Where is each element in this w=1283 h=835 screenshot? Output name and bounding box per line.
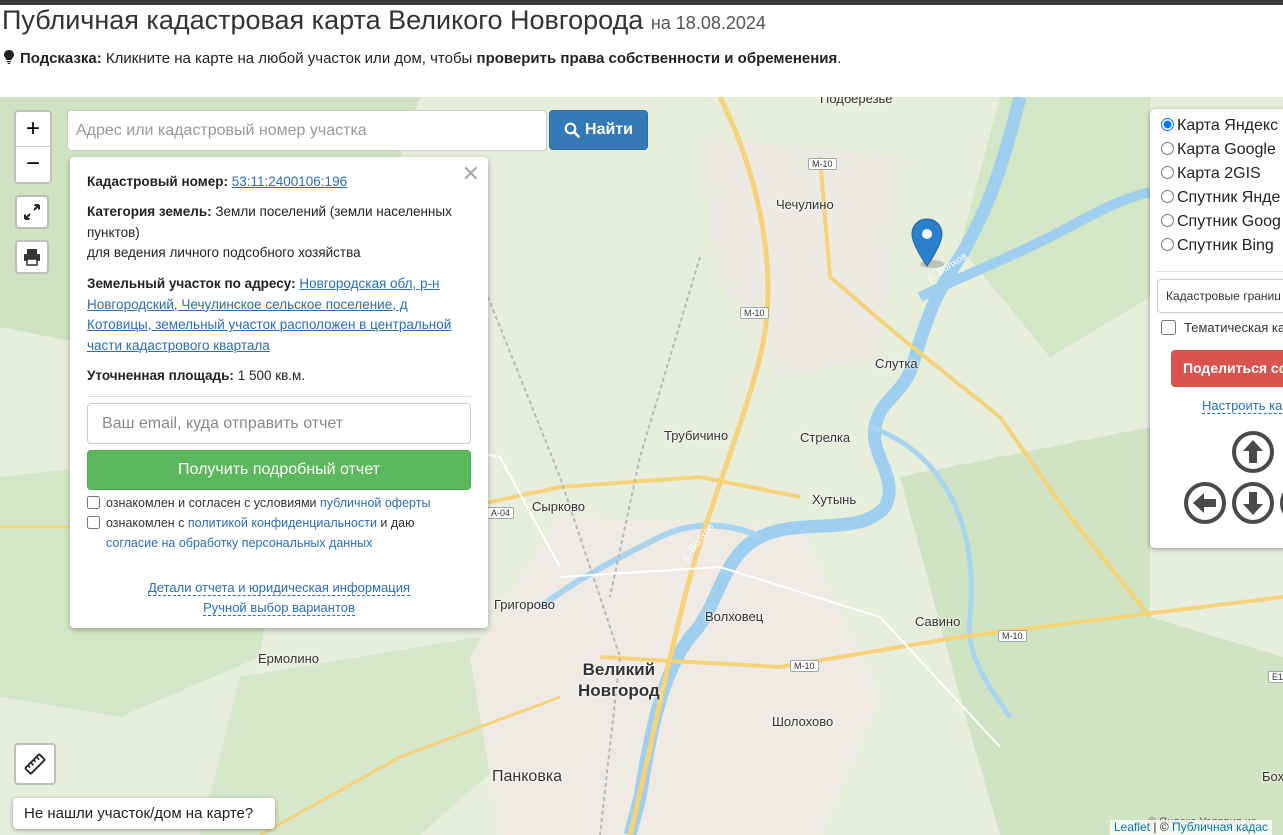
divider xyxy=(1156,271,1283,272)
pan-up-icon[interactable] xyxy=(1231,430,1275,474)
search-icon xyxy=(564,122,580,138)
pan-left-icon[interactable] xyxy=(1183,481,1227,525)
search-button-label: Найти xyxy=(585,121,633,138)
land-category-row: Категория земель: Земли поселений (земли… xyxy=(87,204,452,260)
share-link-button[interactable]: Поделиться сс xyxy=(1171,350,1283,387)
pan-right-icon[interactable] xyxy=(1279,481,1283,525)
leaflet-link[interactable]: Leaflet xyxy=(1114,820,1150,834)
attribution-link[interactable]: Публичная кадас xyxy=(1172,820,1268,834)
layer-option-2gis-map[interactable]: Карта 2GIS xyxy=(1161,165,1261,183)
road-badge-m10: М-10 xyxy=(740,307,769,319)
personal-data-link[interactable]: согласие на обработку персональных данны… xyxy=(106,536,372,550)
place-pankovka: Панковка xyxy=(492,768,563,785)
layer-option-bing-satellite[interactable]: Спутник Bing xyxy=(1161,237,1274,255)
zoom-control: + − xyxy=(14,110,52,184)
layer-option-yandex-map[interactable]: Карта Яндекс xyxy=(1161,117,1278,135)
area-row: Уточненная площадь: 1 500 кв.м. xyxy=(87,368,306,383)
hint-line: Подсказка: Кликните на карте на любой уч… xyxy=(4,50,841,67)
layers-panel: Карта Яндекс Карта Google Карта 2GIS Спу… xyxy=(1150,109,1283,548)
report-details-link[interactable]: Детали отчета и юридическая информация xyxy=(70,580,488,596)
place-savino: Савино xyxy=(915,614,961,629)
privacy-consent: ознакомлен с политикой конфиденциальност… xyxy=(87,513,415,553)
place-khutyn: Хутынь xyxy=(812,492,857,507)
road-badge-m10: М-10 xyxy=(790,660,819,672)
manual-selection-link[interactable]: Ручной выбор вариантов xyxy=(70,600,488,616)
parcel-info-popup: ✕ Кадастровый номер: 53:11:2400106:196 К… xyxy=(70,157,488,628)
ruler-button[interactable] xyxy=(14,743,56,785)
zoom-in-button[interactable]: + xyxy=(16,112,50,147)
layer-option-google-satellite[interactable]: Спутник Goog xyxy=(1161,213,1281,231)
thematic-checkbox[interactable] xyxy=(1161,320,1176,335)
offer-link[interactable]: публичной оферты xyxy=(320,496,430,510)
place-grigorovo: Григорово xyxy=(494,597,555,612)
page-title: Публичная кадастровая карта Великого Нов… xyxy=(2,5,766,35)
page-date: на 18.08.2024 xyxy=(650,13,766,33)
get-report-button[interactable]: Получить подробный отчет xyxy=(87,450,471,490)
offer-checkbox[interactable] xyxy=(87,496,100,509)
place-podberezye: Подберезье xyxy=(820,97,893,106)
place-chechulino: Чечулино xyxy=(776,197,834,212)
place-ermolino: Ермолино xyxy=(258,651,320,666)
search-button[interactable]: Найти xyxy=(549,110,648,150)
place-trubichino: Трубичино xyxy=(664,428,729,443)
cadastral-number-row: Кадастровый номер: 53:11:2400106:196 xyxy=(87,174,348,189)
road-badge-m10: М-10 xyxy=(808,158,837,170)
fullscreen-icon xyxy=(24,204,40,220)
fullscreen-button[interactable] xyxy=(15,195,49,229)
privacy-policy-link[interactable]: политикой конфиденциальности xyxy=(188,516,377,530)
place-syrkovo: Сырково xyxy=(532,499,586,514)
parcel-address-row: Земельный участок по адресу: Новгородска… xyxy=(87,276,452,353)
place-bokh: Бох xyxy=(1262,769,1283,784)
not-found-button[interactable]: Не нашли участок/дом на карте? xyxy=(13,798,275,829)
place-veliky-novgorod: Великий Новгород xyxy=(578,660,660,700)
place-sholokhovo: Шолохово xyxy=(772,714,834,729)
cadastral-layer-select[interactable]: Кадастровые границы xyxy=(1157,279,1283,313)
place-volkhovets: Волховец xyxy=(705,609,764,624)
privacy-checkbox[interactable] xyxy=(87,516,100,529)
pan-down-icon[interactable] xyxy=(1231,481,1275,525)
configure-map-link[interactable]: Настроить ка xyxy=(1202,398,1283,414)
layer-option-yandex-satellite[interactable]: Спутник Янде xyxy=(1161,189,1280,207)
email-input[interactable] xyxy=(87,403,471,444)
cadastral-number-link[interactable]: 53:11:2400106:196 xyxy=(232,174,347,189)
zoom-out-button[interactable]: − xyxy=(16,147,50,182)
place-slutka: Слутка xyxy=(875,356,918,371)
place-strelka: Стрелка xyxy=(800,430,851,445)
divider xyxy=(87,396,471,397)
road-badge-a04: А-04 xyxy=(487,507,515,519)
location-marker-icon[interactable] xyxy=(910,218,944,268)
ruler-icon xyxy=(24,753,46,775)
layer-option-google-map[interactable]: Карта Google xyxy=(1161,141,1276,159)
road-badge-m10: М-10 xyxy=(998,630,1027,642)
printer-icon xyxy=(24,249,40,266)
print-button[interactable] xyxy=(15,240,49,274)
road-badge-e1: Е1 xyxy=(1268,671,1283,683)
search-input[interactable] xyxy=(67,110,547,151)
lightbulb-icon xyxy=(4,50,14,64)
map-attribution: Leaflet | © Публичная кадас xyxy=(1110,820,1273,835)
offer-consent: ознакомлен и согласен с условиями публич… xyxy=(87,493,430,513)
thematic-layer-toggle[interactable]: Тематическая ка xyxy=(1161,320,1283,335)
